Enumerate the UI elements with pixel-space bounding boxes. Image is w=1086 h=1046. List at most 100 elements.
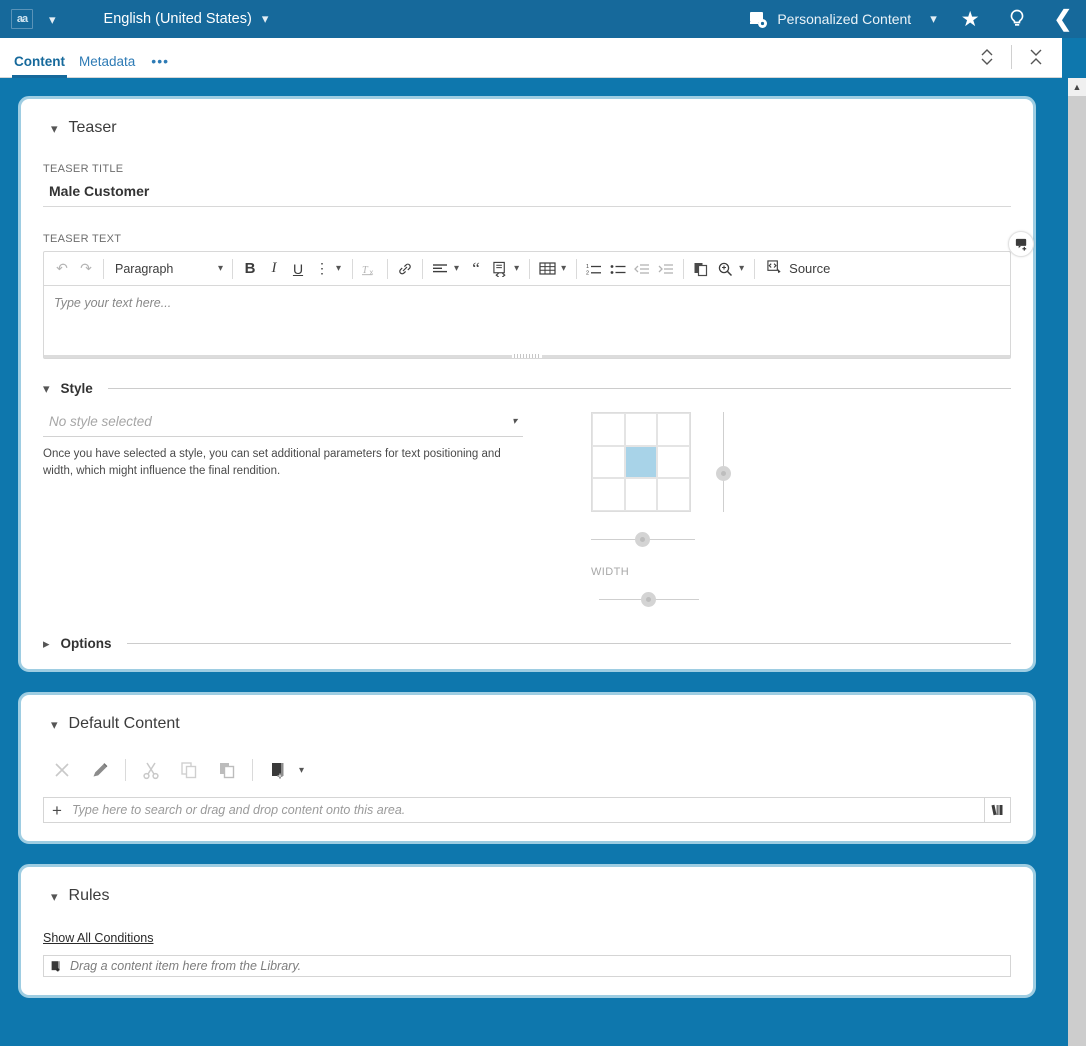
find-replace-icon[interactable] [713,256,737,282]
horizontal-position-slider[interactable] [591,530,695,550]
lightbulb-icon[interactable] [1006,8,1028,30]
plus-icon[interactable]: + [52,802,62,819]
collapse-all-icon[interactable] [1020,46,1052,68]
rules-section-header[interactable]: ▾ Rules [51,887,1011,905]
form-scroll-area: ▾ Teaser TEASER TITLE Male Customer TEAS… [0,78,1050,1046]
source-code-icon [766,259,783,278]
tab-metadata[interactable]: Metadata [79,54,135,77]
teaser-text-label: TEASER TEXT [43,233,122,245]
blockquote-icon[interactable]: “ [464,256,488,282]
grid-cell[interactable] [657,478,690,511]
table-icon[interactable] [535,256,559,282]
grid-cell[interactable] [592,478,625,511]
show-all-conditions-link[interactable]: Show All Conditions [43,931,153,945]
link-icon[interactable] [393,256,417,282]
add-comment-icon[interactable] [1008,231,1034,257]
grid-cell[interactable] [657,413,690,446]
source-button[interactable]: Source [760,256,836,282]
chevron-down-icon[interactable]: ▾ [739,263,744,274]
width-slider[interactable] [599,590,699,610]
vertical-scrollbar[interactable]: ▲ [1068,78,1086,1046]
align-left-icon[interactable] [428,256,452,282]
paragraph-style-select[interactable]: Paragraph ▾ [109,256,227,282]
underline-button[interactable]: U [286,256,310,282]
italic-button[interactable]: I [262,256,286,282]
teaser-rich-text-editor: ↶ ↷ Paragraph ▾ B I U ⋮ ▾ T x ▾ “ ▾ ▾ 1 … [43,231,1034,359]
star-icon[interactable]: ★ [961,7,980,32]
chevron-down-icon[interactable]: ▾ [51,890,58,903]
remove-format-icon[interactable]: T x [358,256,382,282]
app-logo-icon[interactable]: aa [11,9,33,29]
chevron-down-icon[interactable]: ▾ [454,263,459,274]
teaser-title-label: TEASER TITLE [43,163,124,175]
chevron-down-icon[interactable]: ▾ [43,382,50,395]
personalized-content-selector[interactable]: Personalized Content ▾ [748,9,937,29]
indent-icon[interactable] [654,256,678,282]
slider-knob[interactable] [641,592,656,607]
paste-icon[interactable] [208,755,246,785]
default-content-search-input[interactable]: + Type here to search or drag and drop c… [43,797,985,823]
width-label: WIDTH [591,566,630,578]
tab-bar-controls [971,38,1062,77]
default-content-toolbar: ▾ [43,755,1011,785]
vertical-position-slider[interactable] [713,412,735,512]
grid-cell[interactable] [624,478,658,511]
chevron-down-icon[interactable]: ▾ [49,13,56,26]
teaser-text-editor-body[interactable]: Type your text here... [44,286,1010,358]
chevron-up-down-icon[interactable] [971,46,1003,68]
grid-cell[interactable] [592,445,625,479]
divider [107,388,1011,389]
chevron-down-icon[interactable]: ▾ [561,263,566,274]
grid-cell-selected[interactable] [624,445,658,479]
grid-cell[interactable] [657,445,690,479]
bold-button[interactable]: B [238,256,262,282]
more-text-options-icon[interactable]: ⋮ [310,256,334,282]
scroll-up-icon[interactable]: ▲ [1068,78,1086,96]
personalized-content-chevron-down-icon[interactable]: ▾ [930,11,937,27]
style-select[interactable]: No style selected ▾ [43,412,523,437]
divider [1011,44,1012,69]
slider-knob[interactable] [716,466,731,481]
options-section-header[interactable]: ▸ Options [43,636,1011,651]
chevron-down-icon[interactable]: ▾ [51,718,58,731]
teaser-title-input[interactable]: Male Customer [43,181,1011,207]
default-content-section-header[interactable]: ▾ Default Content [51,715,1011,733]
copy-icon[interactable] [170,755,208,785]
tab-overflow-button[interactable]: ••• [151,53,169,77]
grid-cell[interactable] [592,413,625,446]
top-header-bar: aa ▾ English (United States) ▾ Personali… [0,0,1086,38]
style-section-header[interactable]: ▾ Style [43,381,1011,396]
chevron-down-icon[interactable]: ▾ [299,765,304,776]
rules-drop-area[interactable]: Drag a content item here from the Librar… [43,955,1011,977]
undo-icon[interactable]: ↶ [50,256,74,282]
tab-content[interactable]: Content [12,54,67,78]
personalized-content-label: Personalized Content [777,11,912,27]
chevron-down-icon[interactable]: ▾ [336,263,341,274]
divider [422,258,424,279]
language-chevron-down-icon[interactable]: ▾ [262,11,269,27]
cut-icon[interactable] [132,755,170,785]
edit-icon[interactable] [81,755,119,785]
bulleted-list-icon[interactable] [606,256,630,282]
chevron-down-icon[interactable]: ▾ [218,263,223,274]
new-content-icon[interactable] [259,755,297,785]
chevron-down-icon[interactable]: ▾ [514,263,519,274]
scrollbar-thumb[interactable] [1068,96,1086,396]
chevron-down-icon[interactable]: ▾ [51,122,58,135]
insert-template-icon[interactable] [488,256,512,282]
grid-cell[interactable] [624,413,658,446]
position-grid[interactable] [591,412,691,512]
chevron-right-icon[interactable]: ▸ [43,637,50,650]
slider-knob[interactable] [635,532,650,547]
source-label: Source [789,261,831,276]
redo-icon[interactable]: ↷ [74,256,98,282]
chevron-down-icon[interactable]: ▾ [512,416,517,427]
remove-icon[interactable] [43,755,81,785]
editor-resize-handle[interactable] [44,353,1010,359]
numbered-list-icon[interactable]: 1 2 [582,256,606,282]
teaser-section-header[interactable]: ▾ Teaser [51,119,1011,137]
chevron-left-icon[interactable]: ❮ [1054,8,1072,30]
outdent-icon[interactable] [630,256,654,282]
paste-icon[interactable] [689,256,713,282]
library-icon[interactable] [985,797,1011,823]
